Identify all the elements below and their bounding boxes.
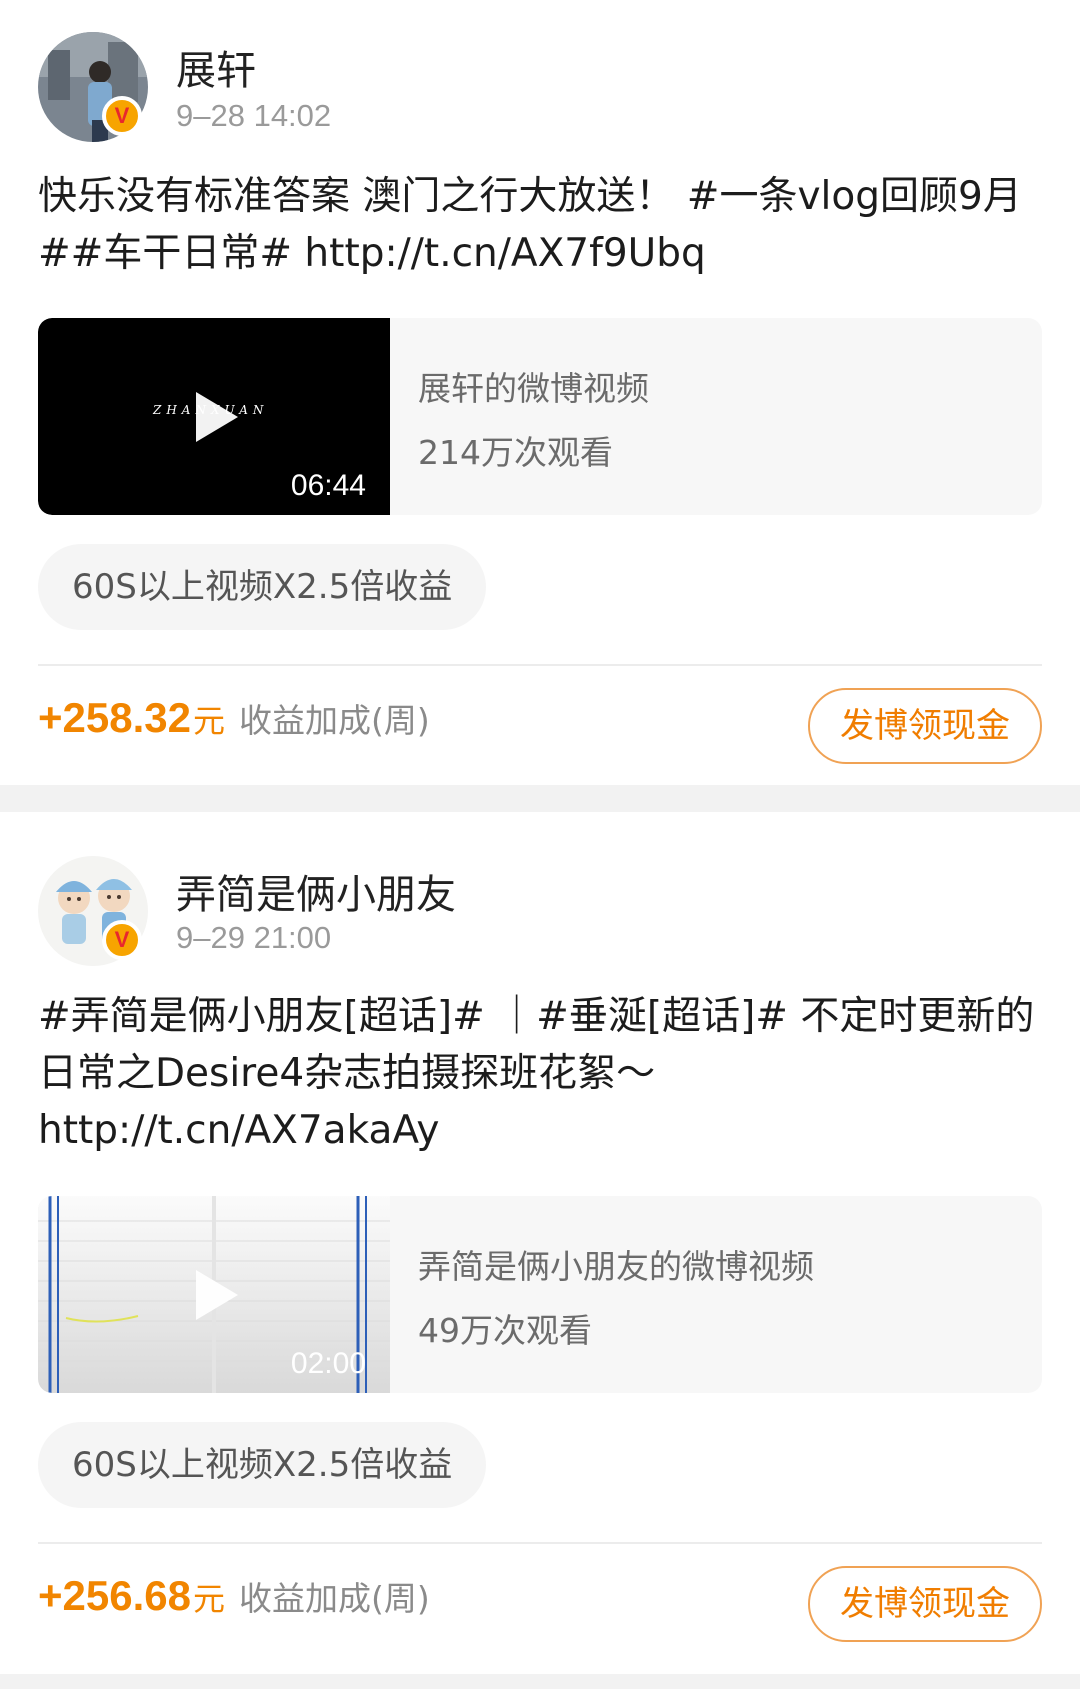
promo-tag[interactable]: 60S以上视频X2.5倍收益 bbox=[38, 1422, 487, 1508]
post-card: V 弄简是俩小朋友 9–29 21:00 #弄简是俩小朋友[超话]# ｜#垂涎[… bbox=[0, 812, 1080, 1674]
divider bbox=[38, 664, 1042, 666]
post-time: 9–29 21:00 bbox=[176, 920, 332, 955]
play-icon[interactable] bbox=[196, 392, 238, 442]
verified-letter: V bbox=[114, 927, 130, 952]
video-title: 展轩的微博视频 bbox=[418, 369, 649, 408]
video-card[interactable]: ZHANXUAN 06:44 展轩的微博视频 214万次观看 bbox=[38, 318, 1042, 515]
post-for-cash-button[interactable]: 发博领现金 bbox=[808, 688, 1042, 764]
earnings-amount: +258.32 bbox=[38, 694, 191, 741]
verified-badge-icon: V bbox=[102, 96, 142, 136]
post-text: #弄简是俩小朋友[超话]# ｜#垂涎[超话]# 不定时更新的日常之Desire4… bbox=[38, 994, 1035, 1153]
video-card[interactable]: 02:00 弄简是俩小朋友的微博视频 49万次观看 bbox=[38, 1196, 1042, 1393]
earnings-amount: +256.68 bbox=[38, 1572, 191, 1619]
post-time: 9–28 14:02 bbox=[176, 98, 332, 133]
post-text: 快乐没有标准答案 澳门之行大放送！ #一条vlog回顾9月##车干日常# htt… bbox=[38, 174, 1022, 276]
play-icon[interactable] bbox=[196, 1270, 238, 1320]
video-duration: 06:44 bbox=[290, 469, 366, 502]
earnings-row: +258.32 元 收益加成(周) bbox=[38, 694, 430, 742]
verified-badge-icon: V bbox=[102, 920, 142, 960]
divider bbox=[38, 1542, 1042, 1544]
earnings-row: +256.68 元 收益加成(周) bbox=[38, 1572, 430, 1620]
video-title: 弄简是俩小朋友的微博视频 bbox=[418, 1247, 814, 1286]
earnings-unit: 元 bbox=[193, 1580, 226, 1618]
verified-letter: V bbox=[114, 103, 130, 128]
video-views: 214万次观看 bbox=[418, 433, 613, 472]
earnings-label: 收益加成(周) bbox=[239, 701, 430, 740]
username[interactable]: 展轩 bbox=[176, 38, 256, 96]
video-thumbnail[interactable]: 02:00 bbox=[38, 1196, 390, 1393]
earnings-label: 收益加成(周) bbox=[239, 1579, 430, 1618]
video-duration: 02:00 bbox=[290, 1347, 366, 1380]
video-views: 49万次观看 bbox=[418, 1311, 592, 1350]
promo-tag[interactable]: 60S以上视频X2.5倍收益 bbox=[38, 544, 487, 630]
earnings-unit: 元 bbox=[193, 702, 226, 740]
post-for-cash-button[interactable]: 发博领现金 bbox=[808, 1566, 1042, 1642]
post-card: V 展轩 9–28 14:02 快乐没有标准答案 澳门之行大放送！ #一条vlo… bbox=[0, 0, 1080, 785]
video-thumbnail[interactable]: ZHANXUAN 06:44 bbox=[38, 318, 390, 515]
username[interactable]: 弄简是俩小朋友 bbox=[176, 862, 456, 920]
